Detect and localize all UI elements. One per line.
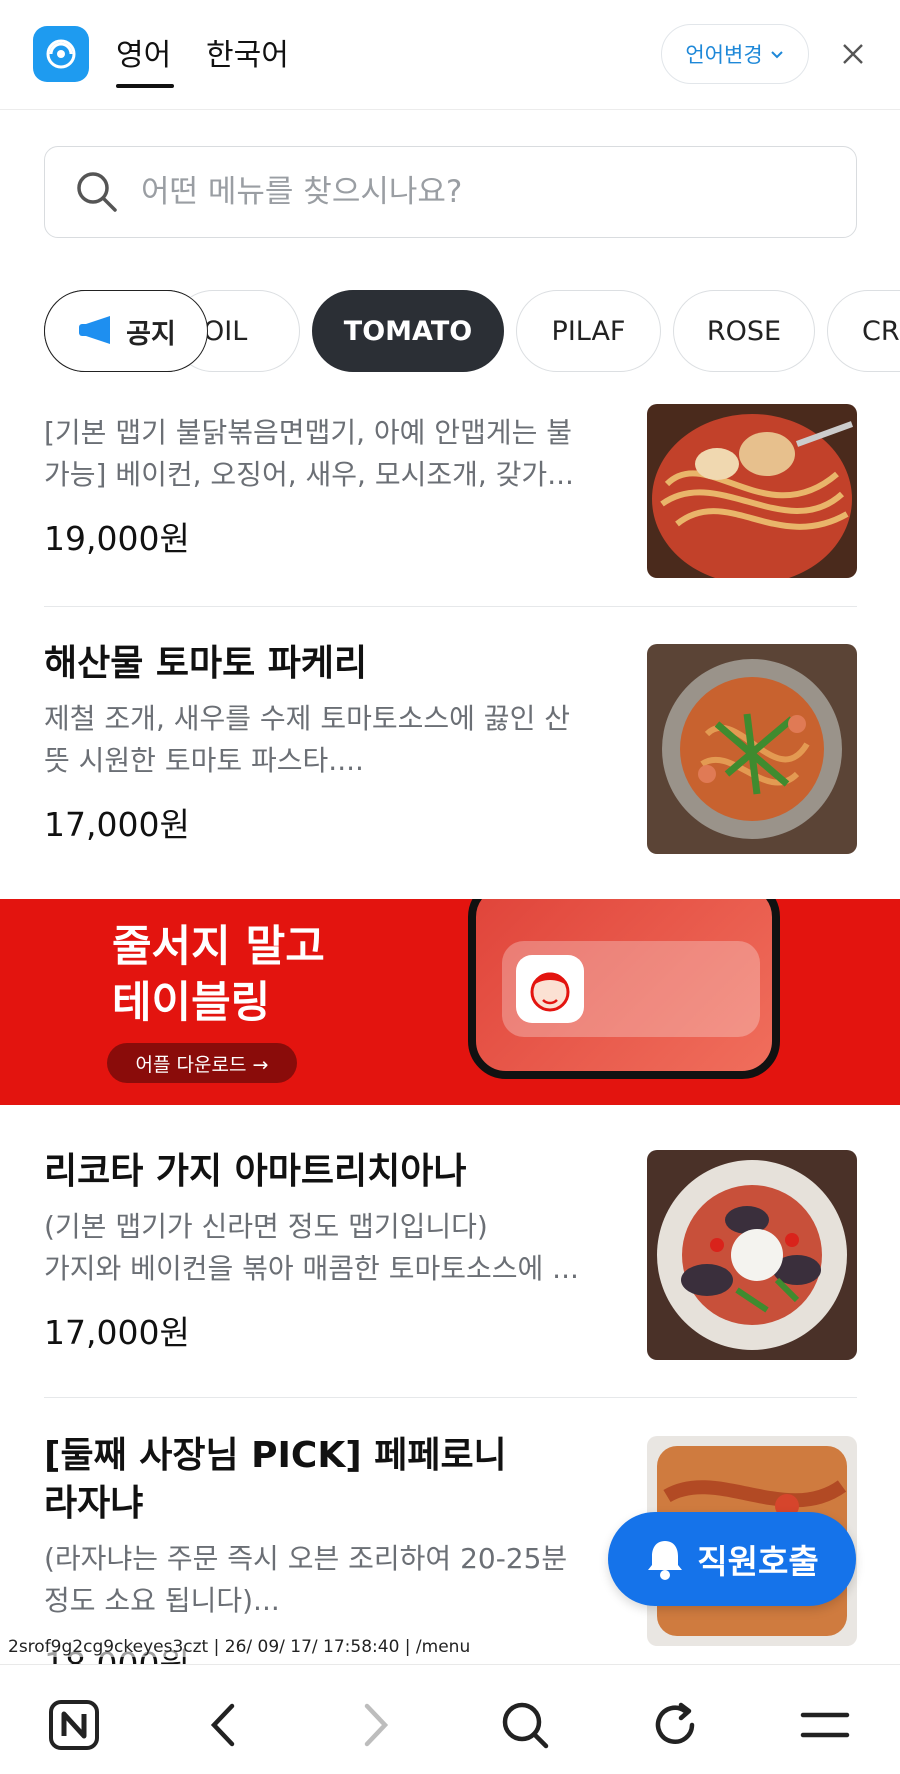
app-download-button[interactable]: 어플 다운로드 → [107, 1043, 297, 1083]
menu-item[interactable]: 리코타 가지 아마트리치아나 (기본 맵기가 신라면 정도 맵기입니다) 가지와… [44, 1148, 857, 1360]
item-description: 제철 조개, 새우를 수제 토마토소스에 끓인 산 뜻 시원한 토마토 파스타.… [44, 702, 570, 777]
browser-search-button[interactable] [495, 1695, 555, 1755]
item-photo [647, 1150, 857, 1360]
search-input[interactable] [141, 174, 781, 210]
forward-button[interactable] [345, 1695, 405, 1755]
app-header: 영어 한국어 언어변경 [0, 0, 900, 110]
search-bar[interactable] [44, 146, 857, 238]
search-icon [77, 172, 117, 212]
category-label: OIL [203, 315, 248, 347]
category-label: PILAF [551, 315, 626, 347]
active-tab-indicator [116, 84, 174, 88]
item-description: (기본 맵기가 신라면 정도 맵기입니다) 가지와 베이컨을 볶아 매콤한 토마… [44, 1210, 579, 1285]
category-chip-rose[interactable]: ROSE [673, 290, 815, 372]
call-staff-button[interactable]: 직원호출 [608, 1512, 856, 1606]
category-label: ROSE [706, 315, 782, 347]
app-download-banner[interactable]: 줄서지 말고 테이블링 어플 다운로드 → [0, 899, 900, 1105]
search-icon [502, 1702, 549, 1749]
tab-english[interactable]: 영어 [116, 30, 171, 74]
category-chip-tomato[interactable]: TOMATO [312, 290, 504, 372]
call-staff-label: 직원호출 [697, 1542, 819, 1581]
language-change-button[interactable]: 언어변경 [661, 24, 809, 84]
tab-korean[interactable]: 한국어 [206, 30, 289, 74]
menu-item[interactable]: [기본 맵기 불닭볶음면맵기, 아예 안맵게는 불 가능] 베이컨, 오징어, … [44, 404, 857, 578]
menu-button[interactable] [795, 1695, 855, 1755]
tableling-app-icon [516, 955, 584, 1023]
forward-arrow-icon [364, 1703, 389, 1747]
item-title: [둘째 사장님 PICK] 페페로니 라자냐 [44, 1435, 507, 1524]
item-description: [기본 맵기 불닭볶음면맵기, 아예 안맵게는 불 가능] 베이컨, 오징어, … [44, 416, 574, 491]
item-title: 리코타 가지 아마트리치아나 [44, 1151, 467, 1192]
status-text: 2srof9g2cg9ckeyes3czt | 26/ 09/ 17/ 17:5… [8, 1637, 471, 1657]
category-chip-notice-front[interactable]: 공지 [44, 290, 208, 372]
item-divider [44, 1397, 857, 1398]
item-photo [647, 644, 857, 854]
chevron-down-icon [770, 51, 783, 59]
back-button[interactable] [194, 1695, 254, 1755]
close-button[interactable] [835, 36, 871, 72]
naver-home-button[interactable] [44, 1695, 104, 1755]
naver-n-icon [49, 1700, 99, 1750]
category-label: CR [862, 315, 900, 347]
item-description: (라자냐는 주문 즉시 오븐 조리하여 20-25분 정도 소요 됩니다)... [44, 1542, 568, 1617]
bell-icon [648, 1541, 683, 1580]
menu-item[interactable]: 해산물 토마토 파케리 제철 조개, 새우를 수제 토마토소스에 끓인 산 뜻 … [44, 640, 857, 854]
back-arrow-icon [210, 1703, 235, 1747]
app-logo-icon [33, 26, 89, 82]
item-title: 해산물 토마토 파케리 [44, 643, 368, 684]
category-bar: 공지 OIL 공지 TOMATO PILAF ROSE CR [0, 290, 900, 374]
close-icon [843, 44, 863, 64]
refresh-icon [655, 1702, 695, 1744]
megaphone-icon [79, 316, 111, 344]
category-chip-pilaf[interactable]: PILAF [516, 290, 661, 372]
item-divider [44, 606, 857, 607]
category-chip-cream[interactable]: CR [827, 290, 900, 372]
category-label: 공지 [126, 318, 176, 350]
refresh-button[interactable] [645, 1695, 705, 1755]
language-change-label: 언어변경 [685, 43, 763, 67]
phone-illustration [468, 899, 780, 1079]
category-label: TOMATO [343, 315, 473, 347]
item-photo [647, 404, 857, 578]
menu-icon [800, 1712, 850, 1738]
banner-headline: 줄서지 말고 테이블링 [112, 922, 325, 1028]
browser-bottom-bar [0, 1664, 900, 1774]
